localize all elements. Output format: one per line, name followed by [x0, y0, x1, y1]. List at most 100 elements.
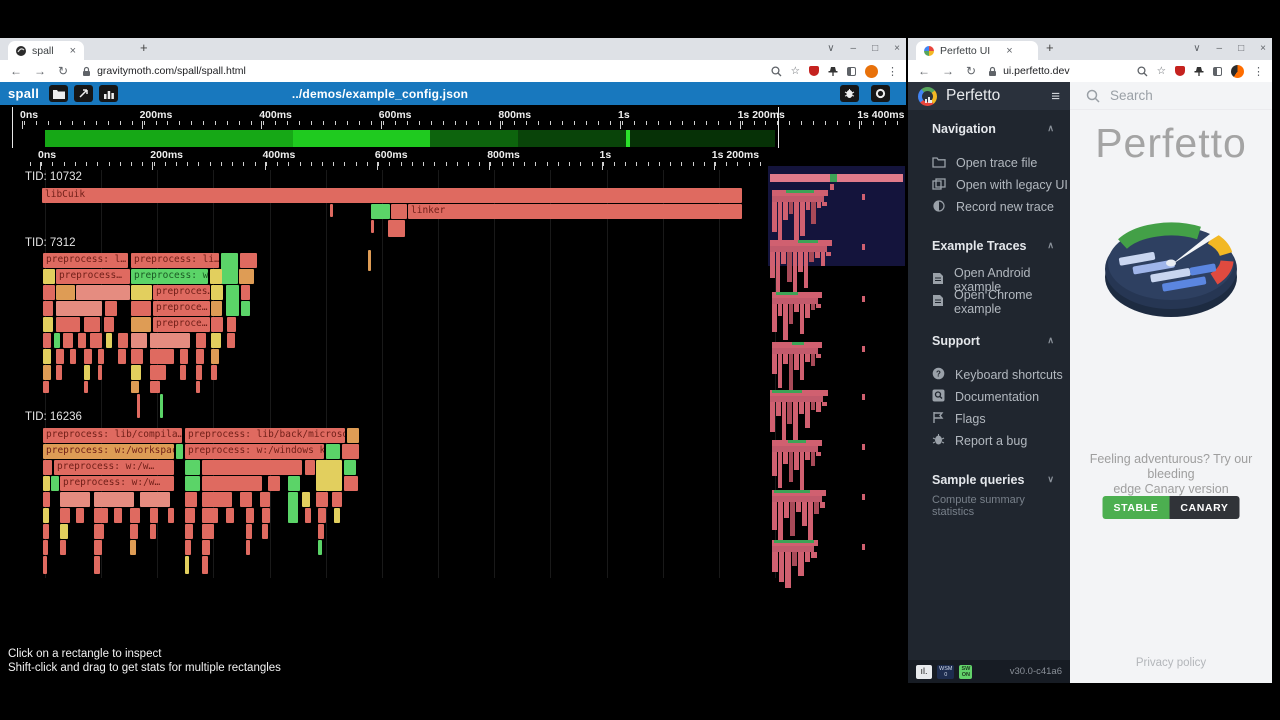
- flame-span[interactable]: [150, 365, 166, 380]
- flame-span[interactable]: [140, 492, 170, 507]
- sidebar-item-open-with-legacy-ui[interactable]: Open with legacy UI: [908, 174, 1070, 196]
- flame-span[interactable]: [260, 492, 270, 507]
- extensions-pin-icon[interactable]: [828, 66, 838, 77]
- flame-span[interactable]: [43, 508, 49, 523]
- extensions-pin-icon[interactable]: [1194, 66, 1204, 77]
- sidebar-item-open-chrome-example[interactable]: Open Chrome example: [908, 291, 1070, 313]
- flame-span[interactable]: preprocess: w:/w…: [60, 476, 174, 491]
- flame-span[interactable]: [288, 476, 300, 491]
- flame-span[interactable]: preprocess: lib/back/microso…: [185, 428, 345, 443]
- activity-segment[interactable]: [45, 130, 293, 147]
- flame-span[interactable]: [211, 301, 222, 316]
- reload-icon[interactable]: ↻: [966, 64, 976, 78]
- flame-span[interactable]: [185, 492, 197, 507]
- flame-span[interactable]: [43, 269, 55, 284]
- flame-span[interactable]: [318, 508, 326, 523]
- sidebar-item-open-trace-file[interactable]: Open trace file: [908, 152, 1070, 174]
- sidepanel-icon[interactable]: [847, 67, 856, 76]
- sidebar-item-keyboard-shortcuts[interactable]: ?Keyboard shortcuts: [908, 364, 1070, 386]
- maximize-icon[interactable]: □: [872, 44, 878, 54]
- flame-span[interactable]: [227, 317, 236, 332]
- flame-span[interactable]: [60, 524, 68, 539]
- activity-segment[interactable]: [630, 130, 775, 147]
- flame-span[interactable]: [210, 269, 222, 284]
- flame-span[interactable]: [334, 508, 340, 523]
- flame-span[interactable]: [240, 492, 252, 507]
- new-tab-button[interactable]: +: [140, 40, 148, 55]
- sidepanel-icon[interactable]: [1213, 67, 1222, 76]
- flame-span[interactable]: [239, 269, 254, 284]
- flame-span[interactable]: [131, 349, 143, 364]
- flame-span[interactable]: [150, 524, 156, 539]
- flame-span[interactable]: [318, 540, 322, 555]
- flame-span[interactable]: [185, 540, 191, 555]
- flame-span[interactable]: preproce…: [153, 301, 210, 316]
- flame-span[interactable]: preproce…: [153, 317, 210, 332]
- flame-span[interactable]: [368, 250, 371, 271]
- search-bar[interactable]: Search: [1070, 82, 1272, 110]
- forward-icon[interactable]: →: [34, 64, 46, 78]
- flame-span[interactable]: [227, 333, 235, 348]
- timeline-cursor[interactable]: [12, 107, 13, 148]
- flame-span[interactable]: [51, 476, 59, 491]
- flame-span[interactable]: [130, 524, 138, 539]
- chevron-up-icon[interactable]: ∧: [1047, 123, 1054, 134]
- bug-report-button[interactable]: [840, 85, 859, 102]
- flame-span[interactable]: [60, 492, 90, 507]
- flame-span[interactable]: [371, 204, 390, 219]
- flame-span[interactable]: [98, 365, 102, 380]
- flame-span[interactable]: [176, 444, 183, 459]
- flame-span[interactable]: [344, 476, 358, 491]
- flame-span[interactable]: [202, 556, 208, 574]
- flame-span[interactable]: [43, 460, 52, 475]
- flame-span[interactable]: [104, 317, 114, 332]
- flame-span[interactable]: [130, 540, 136, 555]
- flame-span[interactable]: [226, 285, 239, 316]
- flame-span[interactable]: preprocess: w:/workspac…: [43, 444, 174, 459]
- chevron-down-icon[interactable]: ∨: [1047, 474, 1054, 485]
- forward-icon[interactable]: →: [942, 64, 954, 78]
- activity-segment[interactable]: [518, 130, 626, 147]
- flame-span[interactable]: [43, 476, 50, 491]
- flame-span[interactable]: [98, 349, 104, 364]
- sidebar-item-documentation[interactable]: Documentation: [908, 386, 1070, 408]
- flame-span[interactable]: [316, 460, 342, 491]
- flame-span[interactable]: [94, 540, 102, 555]
- flame-span[interactable]: [211, 317, 223, 332]
- flame-span[interactable]: [202, 492, 232, 507]
- pan-tool-button[interactable]: [74, 85, 93, 102]
- flame-span[interactable]: [43, 524, 49, 539]
- flame-span[interactable]: [196, 349, 204, 364]
- flame-span[interactable]: [43, 317, 53, 332]
- flame-span[interactable]: [185, 460, 200, 475]
- close-tab-icon[interactable]: ×: [70, 45, 76, 57]
- flame-span[interactable]: [43, 381, 49, 393]
- flame-span[interactable]: [43, 285, 55, 300]
- new-tab-button[interactable]: +: [1046, 40, 1054, 55]
- flame-span[interactable]: [131, 301, 151, 316]
- flame-span[interactable]: [202, 476, 262, 491]
- minimize-icon[interactable]: –: [1217, 44, 1223, 54]
- flame-span[interactable]: preprocess: li…: [131, 253, 219, 268]
- star-icon[interactable]: ☆: [1157, 65, 1166, 77]
- flame-span[interactable]: [305, 508, 311, 523]
- flame-span[interactable]: [196, 381, 200, 393]
- flame-span[interactable]: [241, 301, 250, 316]
- menu-down-icon[interactable]: ∨: [827, 44, 834, 54]
- flame-span[interactable]: [268, 476, 280, 491]
- flame-span[interactable]: [202, 508, 218, 523]
- reload-icon[interactable]: ↻: [58, 64, 68, 78]
- flame-span[interactable]: [302, 492, 310, 507]
- service-worker-badge[interactable]: SW ON: [959, 665, 972, 679]
- back-icon[interactable]: ←: [918, 64, 930, 78]
- flame-span[interactable]: [84, 317, 100, 332]
- sidebar-item-record-new-trace[interactable]: Record new trace: [908, 196, 1070, 218]
- flame-span[interactable]: [56, 317, 80, 332]
- flame-span[interactable]: preprocess: w:/w…: [54, 460, 174, 475]
- flame-span[interactable]: [246, 524, 252, 539]
- flame-span[interactable]: [246, 540, 250, 555]
- flame-span[interactable]: [43, 349, 51, 364]
- flame-span[interactable]: [202, 524, 214, 539]
- star-icon[interactable]: ☆: [791, 65, 800, 77]
- stats-button[interactable]: [99, 85, 118, 102]
